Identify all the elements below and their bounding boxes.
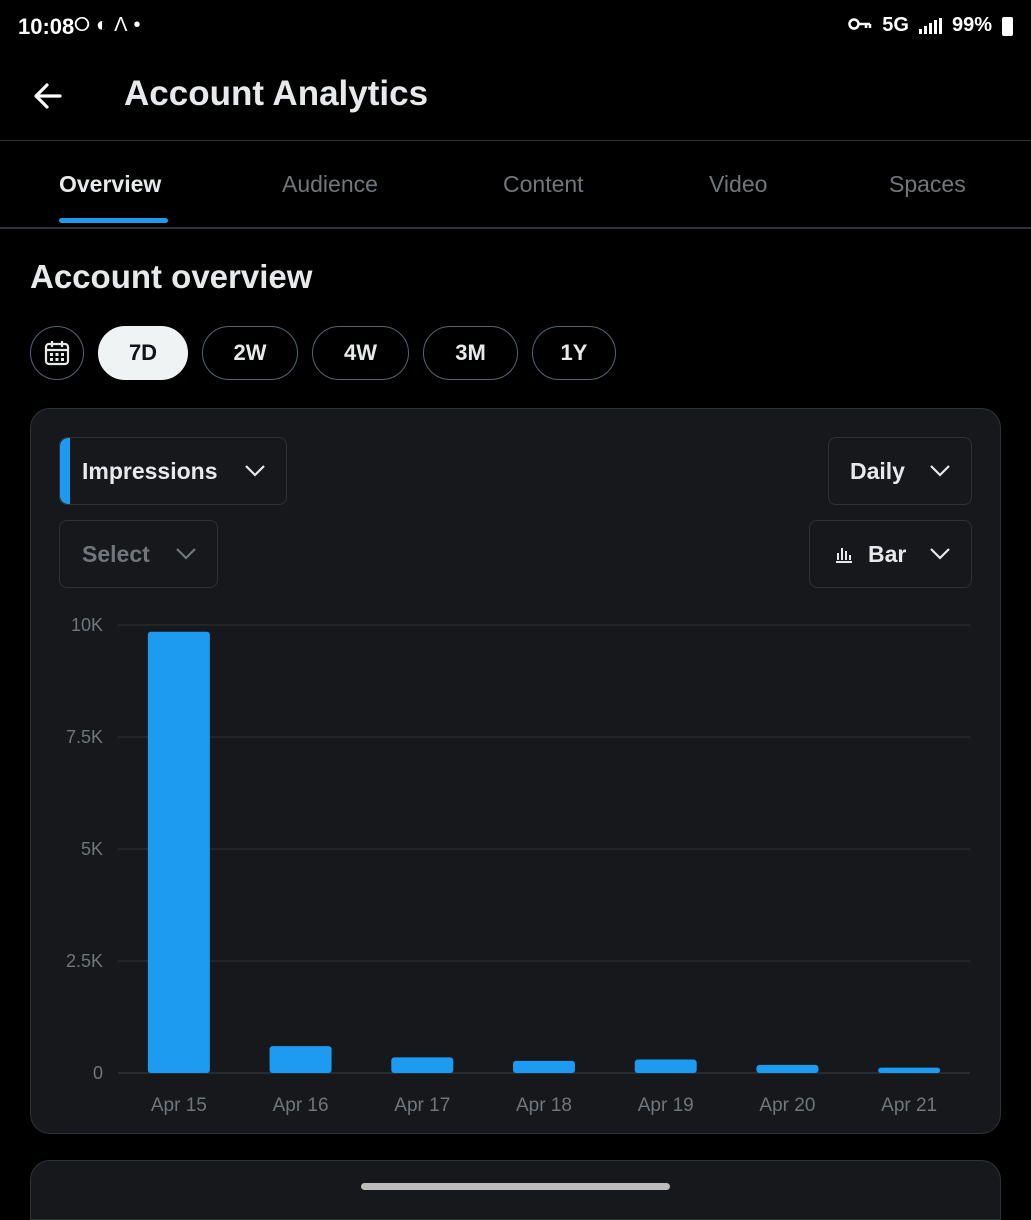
vpn-key-icon: [848, 14, 872, 37]
app-header: Account Analytics: [0, 56, 1031, 141]
x-tick-label: Apr 19: [638, 1095, 694, 1116]
x-tick-label: Apr 18: [516, 1095, 572, 1116]
calendar-button[interactable]: [30, 326, 84, 380]
range-2w[interactable]: 2W: [202, 326, 298, 380]
tab-spaces[interactable]: Spaces: [889, 171, 966, 198]
network-type: 5G: [882, 14, 909, 36]
chart-card: Impressions Select Daily Bar 0 2.5K 5K 7.5K…: [30, 408, 1001, 1134]
signal-icon: [918, 17, 942, 34]
bar: [269, 1046, 332, 1073]
x-tick-label: Apr 21: [881, 1095, 937, 1116]
tab-content[interactable]: Content: [503, 171, 584, 198]
x-tick-label: Apr 20: [759, 1095, 815, 1116]
next-card: [30, 1160, 1001, 1220]
status-time: 10:08: [18, 14, 75, 39]
back-button[interactable]: [28, 76, 68, 116]
range-1y[interactable]: 1Y: [532, 326, 616, 380]
page-title: Account Analytics: [124, 74, 429, 113]
playstation-icon: ⭘: [74, 14, 96, 36]
section-title: Account overview: [30, 258, 313, 295]
notification-icons: ⭘◐Λ•: [74, 14, 146, 37]
discord-icon: ◐: [96, 14, 115, 36]
back-arrow-icon: [34, 83, 62, 109]
tab-audience[interactable]: Audience: [282, 171, 378, 198]
tab-video[interactable]: Video: [709, 171, 767, 198]
range-7d[interactable]: 7D: [98, 326, 188, 380]
active-tab-indicator: [59, 218, 168, 223]
x-tick-label: Apr 15: [151, 1095, 207, 1116]
bar: [878, 1067, 941, 1073]
bar: [391, 1057, 454, 1073]
status-bar: 10:08 ⭘◐Λ• 5G 99%: [0, 0, 1031, 56]
calendar-icon: [44, 341, 70, 366]
range-4w[interactable]: 4W: [312, 326, 409, 380]
impressions-bar-chart: 0 2.5K 5K 7.5K 10K Apr 15 Apr 16 Apr 17 Apr 18 Ap…: [66, 615, 970, 1116]
app-icon: Λ: [114, 14, 134, 36]
tab-overview[interactable]: Overview: [59, 171, 161, 198]
x-tick-label: Apr 17: [394, 1095, 450, 1116]
home-indicator[interactable]: [361, 1183, 670, 1190]
battery-icon: [1002, 17, 1013, 36]
bar: [513, 1060, 575, 1073]
dot-icon: •: [133, 14, 147, 36]
battery-level: 99%: [951, 14, 992, 36]
y-tick-label: 10K: [71, 615, 103, 635]
y-tick-label: 7.5K: [66, 727, 103, 747]
x-tick-label: Apr 16: [273, 1095, 329, 1116]
bar: [634, 1059, 697, 1073]
y-tick-label: 0: [93, 1063, 103, 1083]
bar: [756, 1064, 819, 1073]
range-3m[interactable]: 3M: [423, 326, 518, 380]
y-tick-label: 5K: [81, 839, 103, 859]
tab-bar: Overview Audience Content Video Spaces: [0, 141, 1031, 229]
y-tick-label: 2.5K: [66, 951, 103, 971]
bar: [147, 631, 210, 1073]
